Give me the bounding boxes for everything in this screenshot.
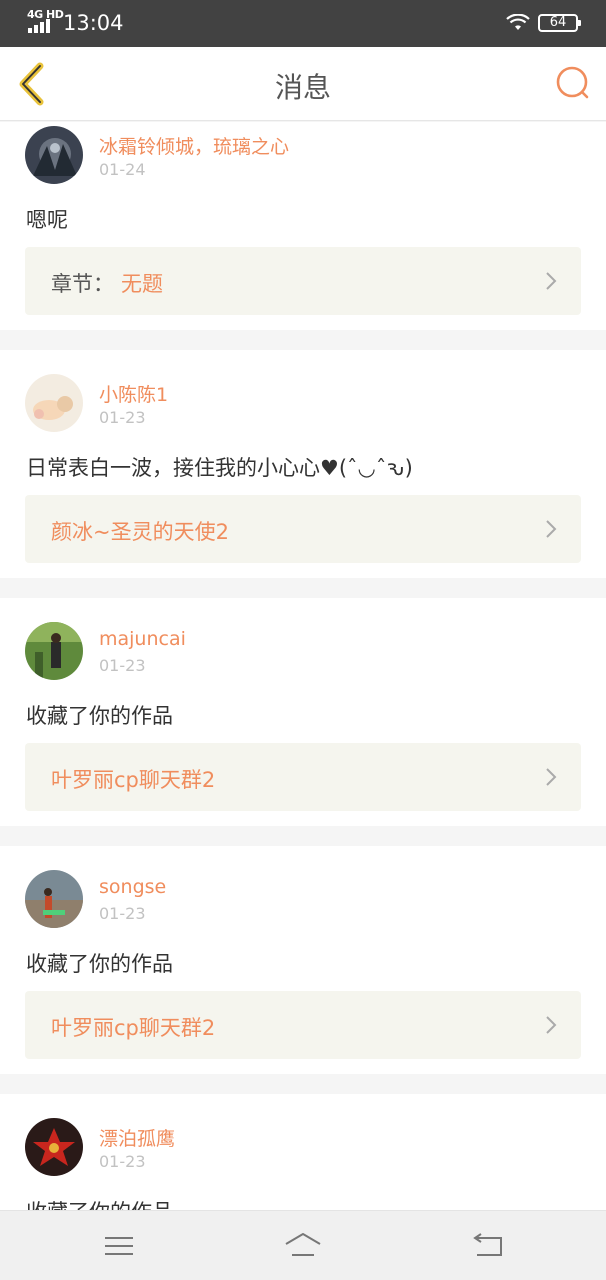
message-feed[interactable]: 冰霜铃倾城，琉璃之心 01-24 嗯呢 章节： 无题 小陈陈1 01-23 日常… — [0, 122, 606, 1210]
chevron-right-icon — [546, 768, 557, 786]
chevron-right-icon — [546, 520, 557, 538]
avatar[interactable] — [25, 374, 83, 432]
message-text: 收藏了你的作品 — [26, 952, 173, 976]
message-text: 收藏了你的作品 — [26, 1196, 173, 1210]
message-date: 01-23 — [99, 904, 146, 923]
message-date: 01-23 — [99, 656, 146, 675]
message-date: 01-23 — [99, 1152, 146, 1171]
message-date: 01-23 — [99, 408, 146, 427]
avatar[interactable] — [25, 126, 83, 184]
work-title: 无题 — [121, 272, 163, 296]
message-card: 小陈陈1 01-23 日常表白一波，接住我的小心心♥(ˆ◡ˆԅ) 颜冰~圣灵的天… — [0, 350, 606, 578]
work-link[interactable]: 章节： 无题 — [25, 247, 581, 315]
chevron-right-icon — [546, 1016, 557, 1034]
avatar[interactable] — [25, 622, 83, 680]
username[interactable]: 冰霜铃倾城，琉璃之心 — [99, 132, 289, 159]
work-link[interactable]: 颜冰~圣灵的天使2 — [25, 495, 581, 563]
work-title: 颜冰~圣灵的天使2 — [51, 520, 229, 544]
avatar[interactable] — [25, 870, 83, 928]
work-title: 叶罗丽cp聊天群2 — [51, 768, 216, 792]
work-link[interactable]: 叶罗丽cp聊天群2 — [25, 743, 581, 811]
message-text: 收藏了你的作品 — [26, 704, 173, 728]
menu-icon[interactable] — [99, 1231, 139, 1261]
work-title: 叶罗丽cp聊天群2 — [51, 1016, 216, 1040]
home-icon[interactable] — [283, 1231, 323, 1261]
work-link[interactable]: 叶罗丽cp聊天群2 — [25, 991, 581, 1059]
username[interactable]: songse — [99, 876, 166, 898]
status-bar: 4G HD 13:04 64 — [0, 0, 606, 47]
page-title: 消息 — [274, 71, 331, 104]
battery-indicator: 64 — [538, 14, 581, 32]
message-card: majuncai 01-23 收藏了你的作品 叶罗丽cp聊天群2 — [0, 598, 606, 826]
message-card: 漂泊孤鹰 01-23 收藏了你的作品 — [0, 1094, 606, 1210]
username[interactable]: 漂泊孤鹰 — [99, 1124, 175, 1151]
search-icon[interactable] — [554, 65, 592, 103]
chevron-right-icon — [546, 272, 557, 290]
username[interactable]: 小陈陈1 — [99, 380, 168, 407]
wifi-icon — [506, 14, 530, 30]
message-card: songse 01-23 收藏了你的作品 叶罗丽cp聊天群2 — [0, 846, 606, 1074]
avatar[interactable] — [25, 1118, 83, 1176]
work-prefix: 章节： — [51, 272, 114, 296]
system-nav-bar — [0, 1210, 606, 1280]
username[interactable]: majuncai — [99, 628, 186, 650]
nav-bar: 消息 — [0, 47, 606, 121]
status-time: 13:04 — [63, 11, 124, 35]
return-icon[interactable] — [467, 1231, 507, 1261]
message-text: 日常表白一波，接住我的小心心♥(ˆ◡ˆԅ) — [26, 456, 413, 480]
message-date: 01-24 — [99, 160, 146, 179]
message-card: 冰霜铃倾城，琉璃之心 01-24 嗯呢 章节： 无题 — [0, 122, 606, 330]
message-text: 嗯呢 — [26, 208, 68, 232]
signal-icon — [28, 19, 50, 33]
